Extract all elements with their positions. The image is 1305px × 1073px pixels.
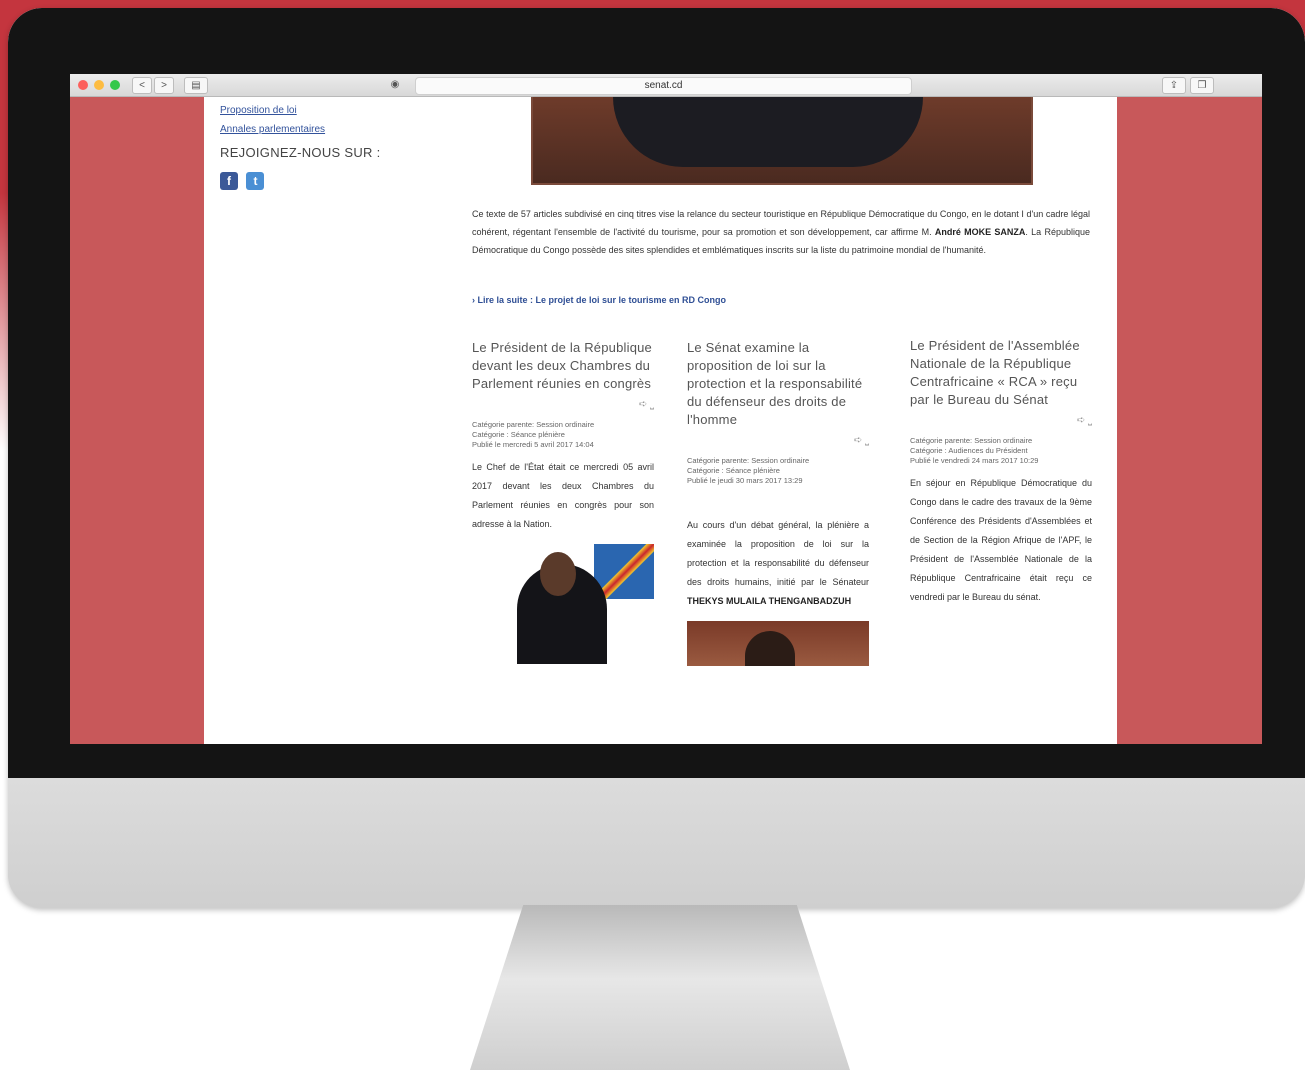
photo-figure	[613, 97, 923, 167]
meta-category: Catégorie : Audiences du Président	[910, 446, 1028, 455]
sidebar-toggle-icon[interactable]: ▤	[184, 77, 208, 94]
share-icon[interactable]: ⇪	[1162, 77, 1186, 94]
monitor: < > ▤ ◉ senat.cd ⇪ ❐ Proposition de loi …	[8, 8, 1305, 908]
news-column-3: Le Président de l'Assemblée Nationale de…	[910, 337, 1092, 607]
share-print-icons[interactable]: ➪ ⎵	[910, 415, 1092, 426]
twitter-icon[interactable]: t	[246, 172, 265, 190]
news-body-2: Au cours d'un débat général, la plénière…	[687, 516, 869, 611]
sidebar-link-annales[interactable]: Annales parlementaires	[220, 124, 430, 135]
news-meta-2: Catégorie parente: Session ordinaire Cat…	[687, 456, 869, 486]
close-window-button[interactable]	[78, 80, 88, 90]
meta-parent: Catégorie parente: Session ordinaire	[910, 436, 1033, 445]
news-title-3[interactable]: Le Président de l'Assemblée Nationale de…	[910, 337, 1092, 409]
meta-category: Catégorie : Séance plénière	[687, 466, 780, 475]
web-page: Proposition de loi Annales parlementaire…	[204, 97, 1117, 744]
news-title-1[interactable]: Le Président de la République devant les…	[472, 339, 654, 393]
read-more-link[interactable]: › Lire la suite : Le projet de loi sur l…	[472, 295, 726, 305]
forward-button[interactable]: >	[154, 77, 174, 94]
monitor-chin	[8, 778, 1305, 908]
share-print-icons[interactable]: ➪ ⎵	[472, 399, 654, 410]
social-heading: REJOIGNEZ-NOUS SUR :	[220, 145, 381, 160]
meta-published: Publié le mercredi 5 avril 2017 14:04	[472, 440, 594, 449]
news-column-1: Le Président de la République devant les…	[472, 339, 654, 664]
news-meta-3: Catégorie parente: Session ordinaire Cat…	[910, 436, 1092, 466]
news-photo-1	[472, 544, 654, 664]
minimize-window-button[interactable]	[94, 80, 104, 90]
news-photo-2	[687, 621, 869, 666]
address-bar[interactable]: senat.cd	[415, 77, 912, 95]
article-intro: Ce texte de 57 articles subdivisé en cin…	[472, 205, 1090, 259]
meta-parent: Catégorie parente: Session ordinaire	[687, 456, 810, 465]
meta-parent: Catégorie parente: Session ordinaire	[472, 420, 595, 429]
sidebar: Proposition de loi Annales parlementaire…	[220, 105, 430, 190]
browser-toolbar: < > ▤ ◉ senat.cd ⇪ ❐	[70, 74, 1262, 97]
social-links: f t	[220, 172, 430, 190]
privacy-icon[interactable]: ◉	[386, 77, 404, 92]
meta-published: Publié le vendredi 24 mars 2017 10:29	[910, 456, 1039, 465]
back-button[interactable]: <	[132, 77, 152, 94]
senator-name: THEKYS MULAILA THENGANBADZUH	[687, 596, 852, 606]
news-body-1: Le Chef de l'État était ce mercredi 05 a…	[472, 462, 654, 529]
news-body-3: En séjour en République Démocratique du …	[910, 478, 1092, 602]
facebook-icon[interactable]: f	[220, 172, 238, 190]
news-body-2-text: Au cours d'un débat général, la plénière…	[687, 520, 869, 587]
face-image	[540, 552, 576, 596]
tabs-icon[interactable]: ❐	[1190, 77, 1214, 94]
article-photo	[531, 97, 1033, 185]
monitor-stand	[470, 905, 850, 1070]
news-meta-1: Catégorie parente: Session ordinaire Cat…	[472, 420, 654, 450]
zoom-window-button[interactable]	[110, 80, 120, 90]
intro-name: André MOKE SANZA	[934, 227, 1026, 237]
sidebar-link-proposition[interactable]: Proposition de loi	[220, 105, 430, 116]
meta-category: Catégorie : Séance plénière	[472, 430, 565, 439]
share-print-icons[interactable]: ➪ ⎵	[687, 435, 869, 446]
meta-published: Publié le jeudi 30 mars 2017 13:29	[687, 476, 803, 485]
person-image	[745, 631, 795, 666]
news-title-2[interactable]: Le Sénat examine la proposition de loi s…	[687, 339, 869, 429]
news-column-2: Le Sénat examine la proposition de loi s…	[687, 339, 869, 666]
browser-screen: < > ▤ ◉ senat.cd ⇪ ❐ Proposition de loi …	[70, 74, 1262, 744]
